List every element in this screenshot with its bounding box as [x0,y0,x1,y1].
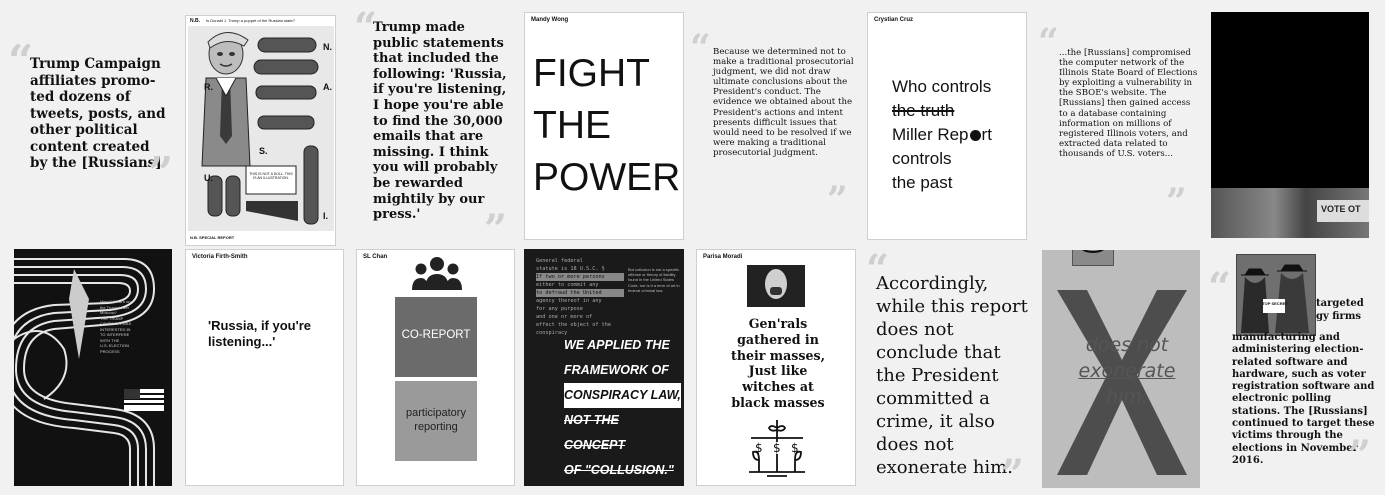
puppet-letter-a: A. [323,82,332,92]
statute-line: and one or more of [536,314,593,320]
author-label: Parisa Moradi [703,254,743,260]
puppet-caption: THIS IS NOT A DOLL. THIS IS AN ILLUSTRAT… [249,172,293,180]
statute-line: agency thereof in any [536,298,602,304]
line-miller-report: Miller Rep rt [892,125,992,145]
poster-conspiracy-law[interactable]: General federal statute is 18 U.S.C. § I… [524,249,684,486]
author-label: Victoria Firth-Smith [192,254,248,260]
headline-fight: FIGHT [533,52,650,95]
poster-trump-puppet[interactable]: N.B. Is Donald J. Trump a puppet of the … [185,15,336,246]
statute-text: General federal statute is 18 U.S.C. § I… [536,257,624,337]
side-note: But collusion is not a specific offense … [628,267,680,293]
poster-co-report[interactable]: SL Chan CO-REPORT participatory reportin… [356,249,515,486]
quote-card-russia-listening[interactable]: “ Trump made public statements that incl… [352,8,517,243]
headline-line-struck: OF "COLLUSION." [564,463,674,477]
stripe-illustration [14,258,164,486]
quote-card-targeted-firms[interactable]: “ TOP SECRET targeted gy firms manufactu… [1208,250,1383,490]
poster-quote: 'Russia, if you're listening...' [208,318,311,349]
poster-does-not-exonerate[interactable]: does not exonerate him. [1042,250,1200,488]
line-the-past: the past [892,173,953,192]
quote-fragment-b: gy firms [1316,311,1362,322]
headline-line: CONSPIRACY LAW, [564,383,681,408]
poster-line: PROCESS [100,348,120,354]
x-words: does not exonerate him. [1062,332,1192,410]
quote-card-trump-campaign[interactable]: “ Trump Campaign affiliates promo-ted do… [8,40,173,195]
quote-text: Accordingly, while this report does not … [876,273,1028,478]
photo-vote-sign[interactable]: VOTE OT [1211,12,1369,238]
close-quote-icon: ” [1348,432,1372,479]
statute-line: for any purpose [536,306,583,312]
headline-line: WE APPLIED THE [564,338,670,352]
co-report-label: CO-REPORT [401,329,471,341]
miller-report-part: Miller Rep [892,125,969,144]
money-plants-icon: $ $ $ [749,420,805,477]
line-controls: controls [892,149,952,168]
x-word: does not [1085,334,1169,356]
line-the-truth-struck: the truth [892,101,955,120]
headline-power: POWER [533,156,681,199]
author-label: Mandy Wong [531,17,569,23]
portrait-mouth [770,287,782,295]
poster-lyrics: Gen'rals gathered in their masses, Just … [731,316,825,410]
portrait-photo [747,265,805,307]
puppet-letter-s: S. [259,146,268,156]
open-quote-icon: “ [1208,264,1232,311]
eye-icon [969,130,981,141]
vote-sign-text: VOTE OT [1321,204,1361,214]
close-quote-icon: ” [148,148,173,196]
puppet-letter-i: I. [323,211,329,221]
quote-text: Because we determined not to make a trad… [713,47,854,158]
puppet-letter-u: U. [204,173,213,183]
close-quote-icon: ” [1166,181,1187,216]
statute-line: effect the object of the [536,322,611,328]
people-icon [412,257,462,290]
poster-russia-if-youre-listening[interactable]: Victoria Firth-Smith 'Russia, if you're … [185,249,344,486]
puppet-letter-r: R. [204,82,213,92]
statute-line: If two or more persons [536,273,624,281]
author-label: SL Chan [363,254,388,260]
headline-the: THE [533,104,611,147]
puppet-letter-n: N. [323,42,332,52]
stamp-label: TOP SECRET [1262,301,1288,306]
open-quote-icon: “ [690,30,711,69]
quote-text: Trump made public statements that includ… [373,20,507,223]
svg-text:$: $ [755,441,763,455]
svg-text:$: $ [791,441,799,455]
puppet-illustration [188,26,334,231]
poster-election-interference[interactable]: Hmm? What's on the Trump tower Moscow? T… [14,249,172,486]
quote-text: ...the [Russians] compromised the comput… [1059,48,1198,159]
poster-text-block: Hmm? What's on the Trump tower Moscow? T… [100,299,166,354]
quote-card-does-not-exonerate[interactable]: “ Accordingly, while this report does no… [866,250,1034,490]
poster-who-controls-the-truth[interactable]: Crystian Cruz Who controls the truth Mil… [867,12,1027,240]
line-who-controls: Who controls [892,77,992,96]
statute-line: to defraud the United [536,289,624,297]
author-label: Crystian Cruz [874,17,914,23]
svg-text:$: $ [773,441,781,455]
open-quote-icon: “ [1038,24,1059,63]
poster-fight-the-power[interactable]: Mandy Wong FIGHT THE POWER [524,12,684,240]
poster-footer: N.B. SPECIAL REPORT [190,235,235,240]
close-quote-icon: ” [827,179,848,215]
x-word: exonerate [1078,360,1176,382]
close-quote-icon: ” [484,206,508,244]
participatory-label: participatory reporting [406,407,466,433]
x-word: him. [1106,386,1148,408]
poster-generals-gathered[interactable]: Parisa Moradi Gen'rals gathered in their… [696,249,856,486]
spies-icon [1241,264,1309,333]
headline-block: WE APPLIED THE FRAMEWORK OF CONSPIRACY L… [564,333,682,483]
headline-line: FRAMEWORK OF [564,363,669,377]
close-quote-icon: ” [1001,451,1025,491]
quote-card-prosecutorial-judgment[interactable]: “ Because we determined not to make a tr… [690,30,860,215]
quote-fragment-a: targeted [1316,298,1364,309]
statute-line: either to commit any [536,282,599,288]
headline-line-struck: NOT THE CONCEPT [564,413,626,452]
miller-report-end: rt [981,125,992,144]
statute-line: statute is 18 U.S.C. § [536,266,605,272]
spies-illustration: TOP SECRET [1236,254,1316,336]
quote-card-illinois-board[interactable]: “ ...the [Russians] compromised the comp… [1038,24,1198,216]
statute-line: General federal [536,258,583,264]
